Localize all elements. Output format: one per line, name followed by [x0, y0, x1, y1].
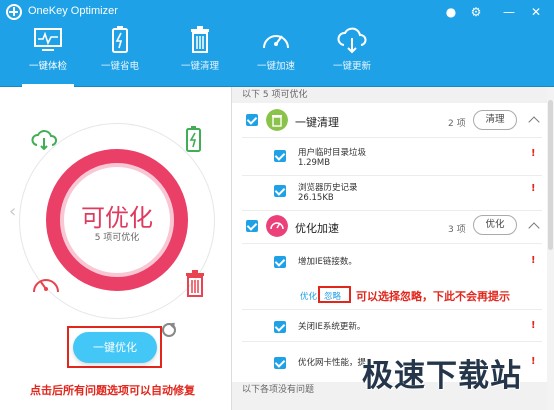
- divider: [242, 309, 542, 310]
- one-key-optimize-button[interactable]: 一键优化: [73, 332, 157, 363]
- tab-label: 一键清理: [180, 61, 219, 72]
- speedometer-icon: [263, 35, 289, 49]
- tab-clean[interactable]: 一键清理: [160, 24, 240, 76]
- speedup-group-icon: [266, 215, 288, 237]
- checkup-panel: ‹ 可优化 5 项可优化 一键优化 点击后所有问题选项可以自动修复: [0, 87, 232, 410]
- warning-icon: !: [531, 148, 536, 159]
- cloud-download-icon: [337, 27, 367, 54]
- minimize-icon[interactable]: —: [499, 2, 519, 22]
- battery-icon: [112, 26, 128, 53]
- item-size: 26.15KB: [298, 193, 334, 203]
- monitor-icon: [34, 28, 62, 51]
- item-checkbox[interactable]: [274, 150, 286, 162]
- item-label: 用户临时目录垃圾: [298, 148, 367, 158]
- warning-icon: !: [531, 255, 536, 266]
- group-checkbox-speedup[interactable]: [246, 220, 258, 232]
- annotation-hint: 可以选择忽略，下此不会再提示: [356, 290, 510, 303]
- scrollbar-thumb[interactable]: [548, 100, 553, 250]
- cloud-download-icon: [31, 130, 57, 150]
- tab-power-save[interactable]: 一键省电: [80, 24, 160, 76]
- status-headline: 可优化: [81, 204, 153, 232]
- chat-icon[interactable]: ●: [441, 2, 461, 22]
- item-size: 1.29MB: [298, 158, 331, 168]
- group-count: 2 项: [448, 119, 466, 129]
- item-label: 关闭IE系统更新。: [298, 322, 366, 332]
- title-bar: OneKey Optimizer ● ⚙ — ✕: [0, 0, 554, 24]
- trash-icon: [186, 270, 204, 297]
- chevron-left-icon[interactable]: ‹: [9, 201, 16, 222]
- tab-label: 一键省电: [100, 61, 139, 72]
- group-title: 优化加速: [295, 222, 339, 235]
- collapse-icon[interactable]: [528, 116, 540, 128]
- tab-label: 一键体检: [28, 61, 67, 72]
- clean-group-icon: [266, 109, 288, 131]
- clean-button[interactable]: 清理: [473, 110, 517, 130]
- tab-label: 一键加速: [256, 61, 295, 72]
- speedometer-icon: [33, 279, 59, 293]
- watermark: 极速下载站: [362, 358, 522, 394]
- divider: [242, 137, 542, 138]
- gear-icon[interactable]: ⚙: [466, 2, 486, 22]
- group-title: 一键清理: [295, 116, 339, 129]
- item-label: 增加IE链接数。: [298, 257, 357, 267]
- app-header: OneKey Optimizer ● ⚙ — ✕ 一键体检 一键省电 一键清理 …: [0, 0, 554, 87]
- highlight-frame: [318, 286, 351, 303]
- divider: [242, 243, 542, 244]
- optimize-link[interactable]: 优化: [300, 290, 317, 302]
- item-label: 优化网卡性能，提: [298, 358, 367, 368]
- close-icon[interactable]: ✕: [526, 2, 546, 22]
- item-label: 浏览器历史记录: [298, 183, 358, 193]
- tab-label: 一键更新: [332, 61, 371, 72]
- tab-update[interactable]: 一键更新: [312, 24, 392, 76]
- divider: [242, 175, 542, 176]
- optimize-group-button[interactable]: 优化: [473, 215, 517, 235]
- app-logo-icon: [6, 4, 22, 20]
- warning-icon: !: [531, 183, 536, 194]
- app-title: OneKey Optimizer: [28, 5, 118, 17]
- trash-icon: [191, 26, 209, 53]
- item-checkbox[interactable]: [274, 185, 286, 197]
- warning-icon: !: [531, 356, 536, 367]
- item-checkbox[interactable]: [274, 357, 286, 369]
- section-banner-issues: 以下 5 项可优化: [232, 87, 554, 103]
- warning-icon: !: [531, 320, 536, 331]
- group-count: 3 项: [448, 225, 466, 235]
- item-checkbox[interactable]: [274, 256, 286, 268]
- battery-icon: [186, 126, 201, 152]
- annotation-caption: 点击后所有问题选项可以自动修复: [30, 384, 195, 397]
- collapse-icon[interactable]: [528, 222, 540, 234]
- tab-speedup[interactable]: 一键加速: [236, 24, 316, 76]
- group-checkbox-clean[interactable]: [246, 114, 258, 126]
- item-checkbox[interactable]: [274, 321, 286, 333]
- divider: [242, 341, 542, 342]
- refresh-icon[interactable]: [162, 323, 176, 337]
- divider: [242, 210, 542, 211]
- status-count: 5 项可优化: [94, 233, 140, 243]
- tab-checkup[interactable]: 一键体检: [8, 24, 88, 87]
